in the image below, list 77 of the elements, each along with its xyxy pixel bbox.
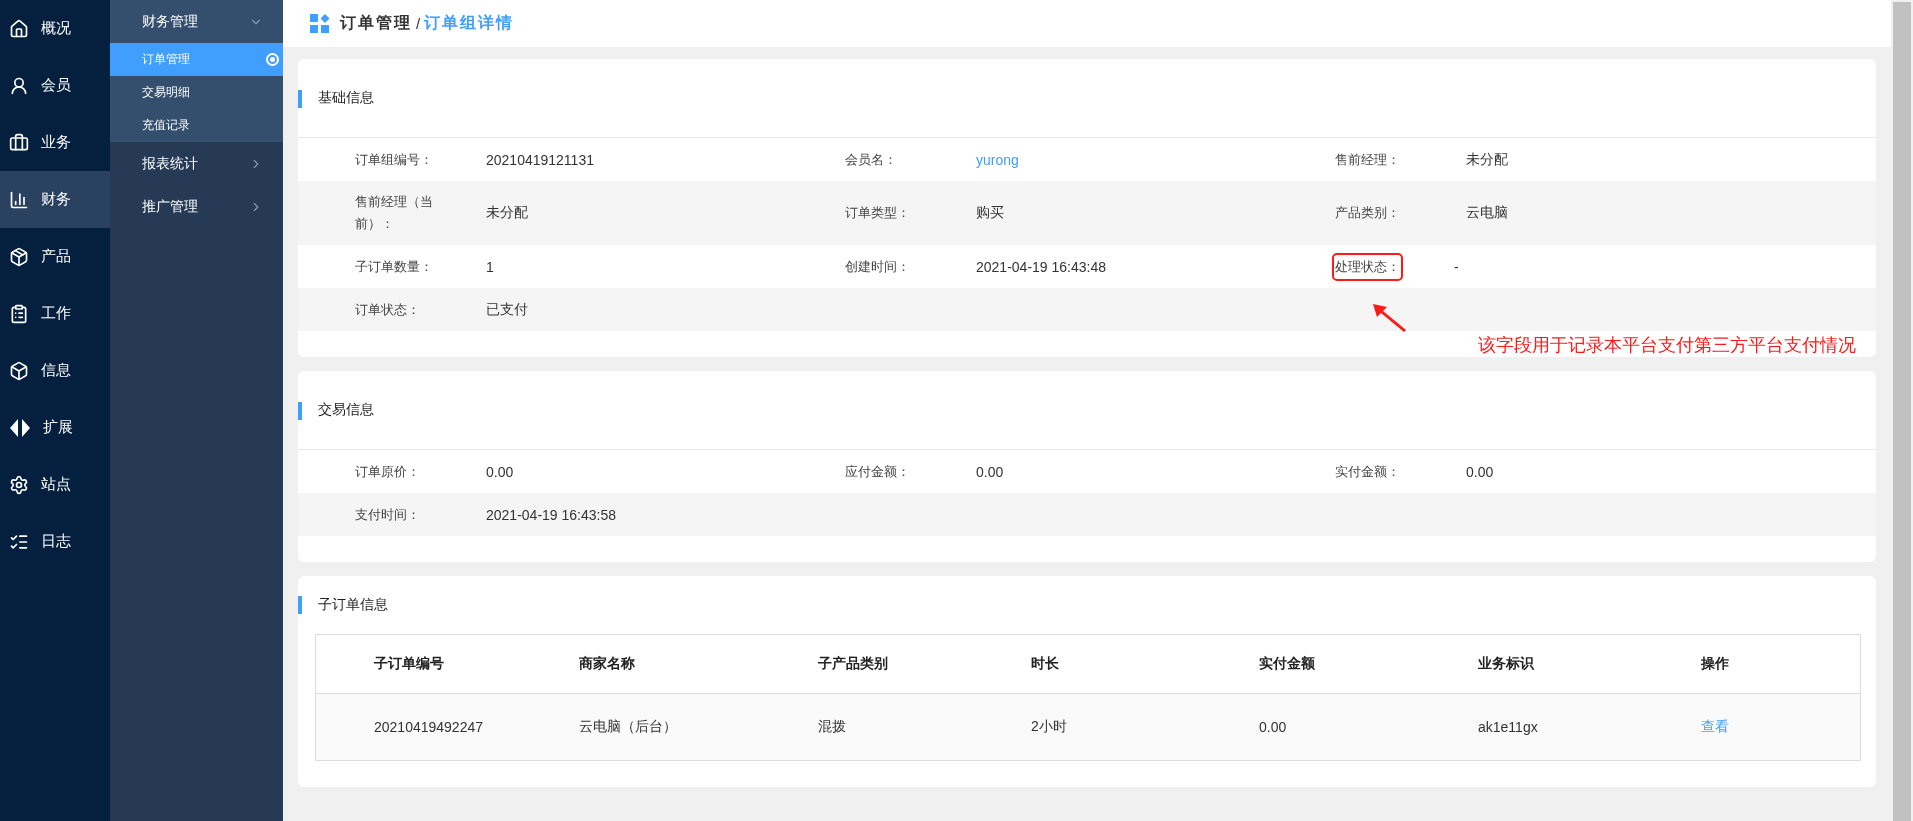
field-value: 2021-04-19 16:43:58 — [486, 506, 616, 523]
accent-bar — [298, 90, 302, 108]
field-value: 未分配 — [1466, 150, 1508, 169]
field-value: 2021-04-19 16:43:48 — [976, 258, 1106, 275]
field-value: - — [1454, 258, 1459, 275]
table-cell-text: 云电脑（后台） — [579, 718, 678, 736]
accent-bar — [298, 402, 302, 420]
field-value: 云电脑 — [1466, 204, 1508, 222]
page-title: 订单组详情 — [424, 13, 515, 33]
table-cell-text: 0.00 — [1259, 719, 1288, 735]
table-cell-text: ak1e11gx — [1478, 719, 1539, 735]
submenu-item[interactable]: 交易明细 — [110, 76, 283, 109]
nav-item[interactable]: 业务 — [0, 114, 110, 171]
field-label: 应付金额： — [845, 462, 911, 481]
cube-icon — [9, 360, 29, 381]
nav-item[interactable]: 信息 — [0, 342, 110, 399]
bar-chart-icon — [9, 189, 29, 210]
column-header: 商家名称 — [579, 655, 636, 673]
field-label: 创建时间： — [845, 257, 911, 276]
breadcrumb-link[interactable]: 订单管理 — [340, 13, 412, 34]
column-header: 子订单编号 — [373, 655, 445, 673]
field-value: 已支付 — [486, 300, 528, 319]
briefcase-icon — [9, 132, 29, 153]
field-value: 0.00 — [976, 463, 1004, 480]
radio-icon — [266, 53, 279, 66]
column-header: 子产品类别 — [818, 655, 889, 673]
section-title: 基础信息 — [318, 89, 374, 107]
nav-item[interactable]: 财务 — [0, 171, 110, 228]
package-icon — [9, 246, 29, 267]
nav-item[interactable]: 日志 — [0, 513, 110, 570]
field-label: 支付时间： — [355, 505, 421, 524]
field-value: 20210419121131 — [486, 151, 594, 168]
home-icon — [9, 18, 29, 39]
field-label: 售前经理（当前）： — [355, 193, 434, 233]
annotation-text: 该字段用于记录本平台支付第三方平台支付情况 — [1478, 334, 1856, 357]
settings-icon — [9, 474, 29, 495]
breadcrumb-separator: / — [416, 15, 421, 32]
menu-group[interactable]: 推广管理 — [110, 185, 283, 228]
nav-item[interactable]: 产品 — [0, 228, 110, 285]
column-header: 时长 — [1031, 655, 1060, 673]
table-cell-text: 2小时 — [1031, 718, 1068, 736]
field-value: 1 — [486, 258, 494, 275]
nav-item[interactable]: 扩展 — [0, 399, 110, 456]
field-value: 未分配 — [486, 204, 528, 222]
column-header: 实付金额 — [1259, 655, 1316, 673]
section-title: 交易信息 — [318, 401, 374, 419]
field-label: 订单原价： — [355, 462, 421, 481]
field-value: 0.00 — [1466, 463, 1494, 480]
clipboard-icon — [9, 303, 29, 324]
nav-item[interactable]: 会员 — [0, 57, 110, 114]
menu-group[interactable]: 财务管理 — [110, 0, 283, 43]
field-label: 产品类别： — [1335, 204, 1401, 222]
nav-item[interactable]: 概况 — [0, 0, 110, 57]
field-label: 订单组编号： — [355, 150, 434, 169]
grid-icon — [310, 13, 330, 34]
triangles-icon — [9, 417, 31, 438]
field-label: 订单类型： — [845, 204, 911, 222]
field-label: 订单状态： — [355, 300, 421, 319]
field-label: 实付金额： — [1335, 462, 1401, 481]
field-value: 0.00 — [486, 463, 514, 480]
field-label: 售前经理： — [1335, 150, 1401, 169]
user-icon — [9, 75, 29, 96]
column-header: 业务标识 — [1478, 655, 1535, 673]
annotation-arrow — [1373, 304, 1407, 332]
table-cell-text: 20210419492247 — [373, 719, 484, 735]
table-cell-text: 混拨 — [818, 718, 847, 736]
nav-item[interactable]: 工作 — [0, 285, 110, 342]
menu-group[interactable]: 报表统计 — [110, 142, 283, 185]
accent-bar — [298, 596, 302, 614]
section-title: 子订单信息 — [318, 596, 388, 614]
submenu-item[interactable]: 充值记录 — [110, 109, 283, 142]
field-label: 处理状态： — [1335, 255, 1400, 278]
nav-item[interactable]: 站点 — [0, 456, 110, 513]
field-label: 子订单数量： — [355, 257, 434, 276]
field-label: 会员名： — [845, 150, 898, 169]
column-header: 操作 — [1701, 655, 1730, 673]
field-value: 购买 — [976, 204, 1004, 222]
